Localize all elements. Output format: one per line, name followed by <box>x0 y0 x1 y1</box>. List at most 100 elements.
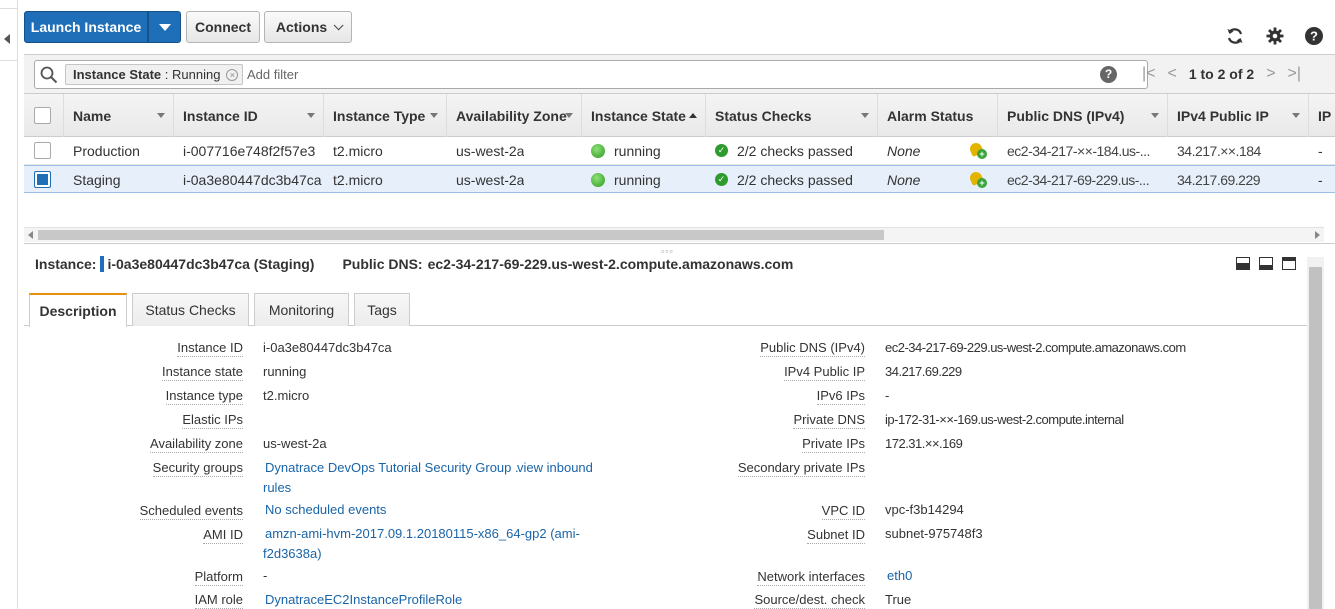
pane-layout-bottom-icon[interactable] <box>1236 257 1250 270</box>
pane-splitter[interactable] <box>24 243 1335 244</box>
add-filter-input[interactable] <box>247 64 1087 85</box>
cell-instance-type: t2.micro <box>333 142 383 159</box>
table-row-selected[interactable]: Staging i-0a3e80447dc3b47ca t2.micro us-… <box>24 165 1335 193</box>
scheduled-events-link[interactable]: No scheduled events <box>265 502 386 517</box>
prev-page-icon[interactable]: < <box>1168 65 1177 83</box>
left-nav-collapsed <box>0 0 18 609</box>
label-elastic-ips: Elastic IPs <box>182 412 243 429</box>
actions-dropdown-button[interactable]: Actions <box>264 11 352 43</box>
connect-button[interactable]: Connect <box>186 11 260 43</box>
label-ipv4-public-ip: IPv4 Public IP <box>784 364 865 381</box>
value-instance-type: t2.micro <box>263 388 310 403</box>
check-passed-icon: ✓ <box>715 173 728 186</box>
launch-instance-button[interactable]: Launch Instance <box>24 11 148 43</box>
cell-name: Production <box>73 142 140 159</box>
ec2-console: { "toolbar": { "launch_label": "Launch I… <box>0 0 1335 609</box>
create-alarm-icon[interactable]: + <box>969 169 987 189</box>
create-alarm-icon[interactable]: + <box>969 140 987 160</box>
cell-availability-zone: us-west-2a <box>456 142 525 159</box>
refresh-icon[interactable] <box>1225 26 1245 46</box>
scroll-right-icon[interactable] <box>1315 231 1320 239</box>
label-secondary-private-ips: Secondary private IPs <box>737 460 865 477</box>
view-inbound-rules-link-cont[interactable]: rules <box>263 480 291 495</box>
filter-help-icon[interactable]: ? <box>1100 66 1117 83</box>
cell-more: - <box>1318 171 1323 188</box>
col-alarm-status[interactable]: Alarm Status <box>877 94 997 137</box>
ami-id-link-cont[interactable]: f2d3638a) <box>263 546 322 561</box>
view-inbound-rules-link[interactable]: view inbound <box>517 460 593 475</box>
col-public-dns[interactable]: Public DNS (IPv4) <box>997 94 1167 137</box>
last-page-icon[interactable]: >| <box>1288 65 1302 83</box>
tab-tags[interactable]: Tags <box>354 293 410 326</box>
col-availability-zone[interactable]: Availability Zone <box>446 94 581 137</box>
table-horizontal-scrollbar[interactable] <box>24 227 1324 242</box>
value-private-ips: 172.31.××.169 <box>885 436 963 451</box>
value-source-dest-check: True <box>885 592 912 607</box>
filter-token-key: Instance State <box>73 67 162 82</box>
cell-instance-state: running <box>591 137 661 164</box>
value-private-dns: ip-172-31-××-169.us-west-2.compute.inter… <box>885 412 1124 427</box>
expand-nav-icon[interactable] <box>4 34 10 44</box>
scroll-left-icon[interactable] <box>28 231 33 239</box>
tab-status-checks[interactable]: Status Checks <box>132 293 249 326</box>
details-tabs: Description Status Checks Monitoring Tag… <box>24 292 1307 327</box>
label-instance-type: Instance type <box>165 388 243 405</box>
pane-layout-split-icon[interactable] <box>1259 257 1273 270</box>
nav-divider <box>0 60 17 61</box>
cell-alarm-status: None <box>887 171 921 188</box>
tab-monitoring[interactable]: Monitoring <box>254 293 349 326</box>
network-interface-link[interactable]: eth0 <box>887 568 912 583</box>
gear-icon[interactable] <box>1265 26 1285 46</box>
details-vertical-scrollbar[interactable] <box>1307 257 1324 609</box>
row-checkbox[interactable] <box>34 171 51 188</box>
value-public-dns: ec2-34-217-69-229.us-west-2.compute.amaz… <box>885 340 1186 355</box>
col-name-label: Name <box>73 107 112 124</box>
cell-availability-zone: us-west-2a <box>456 171 525 188</box>
sort-icon <box>307 113 315 118</box>
filter-token[interactable]: Instance State : Running × <box>65 64 244 85</box>
details-header: Instance: i-0a3e80447dc3b47ca (Staging) … <box>35 256 793 272</box>
col-name[interactable]: Name <box>63 94 173 137</box>
drag-handle-icon[interactable]: ▫▫▫ <box>661 246 674 256</box>
search-icon <box>40 66 58 84</box>
row-checkbox[interactable] <box>34 142 51 159</box>
value-vpc-id: vpc-f3b14294 <box>885 502 964 517</box>
sort-ascending-icon <box>689 113 697 118</box>
tab-description[interactable]: Description <box>29 293 127 327</box>
search-box[interactable]: Instance State : Running × ? <box>34 60 1148 89</box>
pane-layout-top-icon[interactable] <box>1282 257 1296 270</box>
table-row[interactable]: Production i-007716e748f2f57e3 t2.micro … <box>24 137 1335 165</box>
col-more[interactable]: IP <box>1308 94 1335 137</box>
label-vpc-id: VPC ID <box>821 503 865 520</box>
iam-role-link[interactable]: DynatraceEC2InstanceProfileRole <box>265 592 462 607</box>
filter-token-sep: : <box>161 67 172 82</box>
instance-value: i-0a3e80447dc3b47ca (Staging) <box>107 256 315 272</box>
filter-token-value: Running <box>172 67 221 82</box>
scrollbar-thumb[interactable] <box>1309 267 1322 609</box>
pagination-text: 1 to 2 of 2 <box>1188 66 1255 82</box>
security-group-link[interactable]: Dynatrace DevOps Tutorial Security Group… <box>265 460 519 475</box>
col-ipv4-public-ip[interactable]: IPv4 Public IP <box>1167 94 1308 137</box>
check-passed-icon: ✓ <box>715 144 728 157</box>
sort-icon <box>565 113 573 118</box>
value-availability-zone: us-west-2a <box>263 436 327 451</box>
value-subnet-id: subnet-975748f3 <box>885 526 983 541</box>
label-public-dns: Public DNS (IPv4) <box>760 340 865 357</box>
scrollbar-thumb[interactable] <box>38 230 884 240</box>
col-instance-type[interactable]: Instance Type <box>323 94 446 137</box>
launch-instance-dropdown-button[interactable] <box>148 11 181 43</box>
col-instance-state-label: Instance State <box>591 107 686 124</box>
ami-id-link[interactable]: amzn-ami-hvm-2017.09.1.20180115-x86_64-g… <box>265 526 580 541</box>
first-page-icon[interactable]: |< <box>1142 65 1156 83</box>
col-instance-state[interactable]: Instance State <box>581 94 705 137</box>
select-all-cell <box>24 94 63 137</box>
help-icon[interactable]: ? <box>1304 26 1324 46</box>
col-instance-id[interactable]: Instance ID <box>173 94 323 137</box>
filter-bar: Instance State : Running × ? |< < 1 to 2… <box>24 54 1335 94</box>
label-ipv6-ips: IPv6 IPs <box>816 388 865 405</box>
remove-filter-icon[interactable]: × <box>226 68 239 81</box>
select-all-checkbox[interactable] <box>34 107 51 124</box>
next-page-icon[interactable]: > <box>1266 65 1275 83</box>
col-status-checks[interactable]: Status Checks <box>705 94 877 137</box>
running-status-icon <box>591 143 605 158</box>
